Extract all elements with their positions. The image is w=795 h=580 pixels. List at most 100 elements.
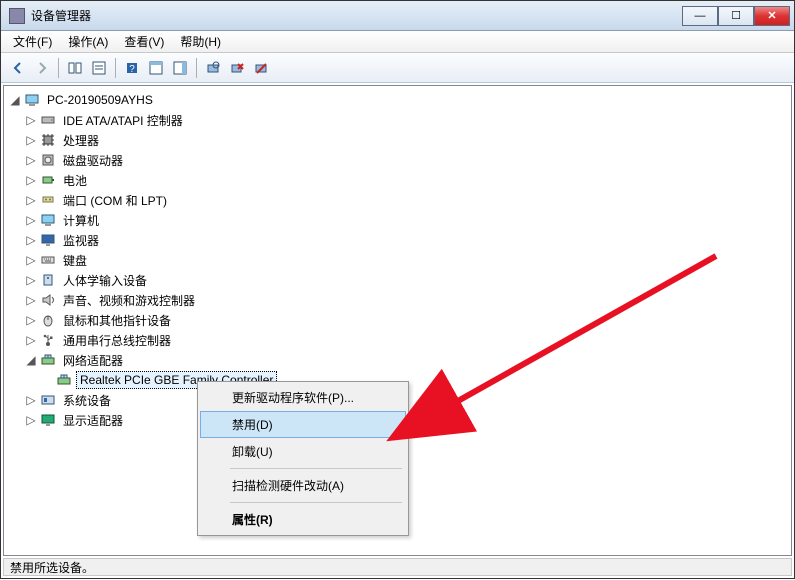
uninstall-button[interactable] <box>226 57 248 79</box>
expand-icon[interactable]: ▷ <box>24 193 38 207</box>
tree-node[interactable]: ▷ 监视器 <box>24 230 789 250</box>
expand-icon[interactable]: ▷ <box>24 293 38 307</box>
forward-button[interactable] <box>31 57 53 79</box>
monitor-icon <box>40 232 56 248</box>
collapse-icon[interactable]: ◢ <box>8 93 22 107</box>
context-menu: 更新驱动程序软件(P)...禁用(D)卸载(U) 扫描检测硬件改动(A) 属性(R) <box>197 381 409 536</box>
network-icon <box>40 352 56 368</box>
title-bar: 设备管理器 — ☐ ✕ <box>1 1 794 31</box>
properties-button[interactable] <box>88 57 110 79</box>
computer-icon <box>40 212 56 228</box>
menu-file[interactable]: 文件(F) <box>5 31 60 52</box>
collapse-icon[interactable]: ◢ <box>24 353 38 367</box>
device-tree: ◢ PC-20190509AYHS ▷ IDE ATA/ATAPI 控制器 ▷ 处理器… <box>6 90 789 430</box>
keyboard-icon <box>40 252 56 268</box>
expand-icon[interactable]: ▷ <box>24 273 38 287</box>
tree-node-label: 通用串行总线控制器 <box>60 331 174 350</box>
tree-node[interactable]: ▷ 声音、视频和游戏控制器 <box>24 290 789 310</box>
menu-action[interactable]: 操作(A) <box>60 31 116 52</box>
computer-icon <box>24 92 40 108</box>
tree-node-label: 端口 (COM 和 LPT) <box>60 191 170 210</box>
battery-icon <box>40 172 56 188</box>
tree-node[interactable]: ▷ 键盘 <box>24 250 789 270</box>
tree-node-label: 显示适配器 <box>60 411 126 430</box>
tree-node[interactable]: ▷ 磁盘驱动器 <box>24 150 789 170</box>
toolbar-separator <box>58 58 59 78</box>
context-menu-separator <box>230 468 402 469</box>
help-button[interactable]: ? <box>121 57 143 79</box>
tree-node-label: 人体学输入设备 <box>60 271 150 290</box>
toolbar: ? <box>1 53 794 83</box>
expand-icon[interactable]: ▷ <box>24 313 38 327</box>
close-button[interactable]: ✕ <box>754 6 790 26</box>
tree-node-label: 键盘 <box>60 251 90 270</box>
minimize-button[interactable]: — <box>682 6 718 26</box>
maximize-button[interactable]: ☐ <box>718 6 754 26</box>
tree-node-label: 鼠标和其他指针设备 <box>60 311 174 330</box>
tree-node[interactable]: ▷ 人体学输入设备 <box>24 270 789 290</box>
back-button[interactable] <box>7 57 29 79</box>
tree-node[interactable]: ▷ 鼠标和其他指针设备 <box>24 310 789 330</box>
tree-node[interactable]: ◢ 网络适配器 <box>24 350 789 370</box>
app-icon <box>9 8 25 24</box>
tree-node[interactable]: ▷ 端口 (COM 和 LPT) <box>24 190 789 210</box>
action-pane-button[interactable] <box>169 57 191 79</box>
tree-node[interactable]: ▷ 电池 <box>24 170 789 190</box>
mouse-icon <box>40 312 56 328</box>
context-menu-item-scan[interactable]: 扫描检测硬件改动(A) <box>200 472 406 499</box>
toolbar-separator <box>115 58 116 78</box>
context-menu-item-uninstall[interactable]: 卸载(U) <box>200 438 406 465</box>
tree-node[interactable]: ▷ IDE ATA/ATAPI 控制器 <box>24 110 789 130</box>
tree-node-label: 声音、视频和游戏控制器 <box>60 291 198 310</box>
status-text: 禁用所选设备。 <box>10 559 94 576</box>
system-icon <box>40 392 56 408</box>
tree-node-label: 计算机 <box>60 211 102 230</box>
window-title: 设备管理器 <box>31 7 682 24</box>
tree-node-label: 监视器 <box>60 231 102 250</box>
menu-bar: 文件(F) 操作(A) 查看(V) 帮助(H) <box>1 31 794 53</box>
hid-icon <box>40 272 56 288</box>
expand-icon[interactable]: ▷ <box>24 253 38 267</box>
context-menu-separator <box>230 502 402 503</box>
audio-icon <box>40 292 56 308</box>
usb-icon <box>40 332 56 348</box>
expand-icon[interactable]: ▷ <box>24 153 38 167</box>
context-menu-item-properties[interactable]: 属性(R) <box>200 506 406 533</box>
chip-icon <box>40 132 56 148</box>
context-menu-item-update[interactable]: 更新驱动程序软件(P)... <box>200 384 406 411</box>
tree-node-label: 磁盘驱动器 <box>60 151 126 170</box>
tree-node-label: 电池 <box>60 171 90 190</box>
scan-hardware-button[interactable] <box>202 57 224 79</box>
tree-node-label: 系统设备 <box>60 391 114 410</box>
tree-root-computer[interactable]: ◢ PC-20190509AYHS <box>8 90 789 110</box>
menu-view[interactable]: 查看(V) <box>116 31 172 52</box>
expander-empty <box>40 373 54 387</box>
disable-device-button[interactable] <box>250 57 272 79</box>
toolbar-separator <box>196 58 197 78</box>
drive-icon <box>40 112 56 128</box>
menu-help[interactable]: 帮助(H) <box>172 31 229 52</box>
tree-node[interactable]: ▷ 计算机 <box>24 210 789 230</box>
display-icon <box>40 412 56 428</box>
tree-node-label: 处理器 <box>60 131 102 150</box>
tree-node[interactable]: ▷ 通用串行总线控制器 <box>24 330 789 350</box>
tree-root-label: PC-20190509AYHS <box>44 92 156 108</box>
context-menu-item-disable[interactable]: 禁用(D) <box>200 411 406 438</box>
expand-icon[interactable]: ▷ <box>24 393 38 407</box>
detail-pane-button[interactable] <box>145 57 167 79</box>
show-hide-console-button[interactable] <box>64 57 86 79</box>
tree-node-label: 网络适配器 <box>60 351 126 370</box>
expand-icon[interactable]: ▷ <box>24 133 38 147</box>
network-icon <box>56 372 72 388</box>
expand-icon[interactable]: ▷ <box>24 233 38 247</box>
expand-icon[interactable]: ▷ <box>24 173 38 187</box>
expand-icon[interactable]: ▷ <box>24 113 38 127</box>
status-bar: 禁用所选设备。 <box>3 558 792 576</box>
window-controls: — ☐ ✕ <box>682 6 790 26</box>
tree-leaf[interactable]: Realtek PCIe GBE Family Controller <box>40 370 789 390</box>
tree-node[interactable]: ▷ 处理器 <box>24 130 789 150</box>
tree-node-label: IDE ATA/ATAPI 控制器 <box>60 111 186 130</box>
expand-icon[interactable]: ▷ <box>24 213 38 227</box>
expand-icon[interactable]: ▷ <box>24 413 38 427</box>
expand-icon[interactable]: ▷ <box>24 333 38 347</box>
